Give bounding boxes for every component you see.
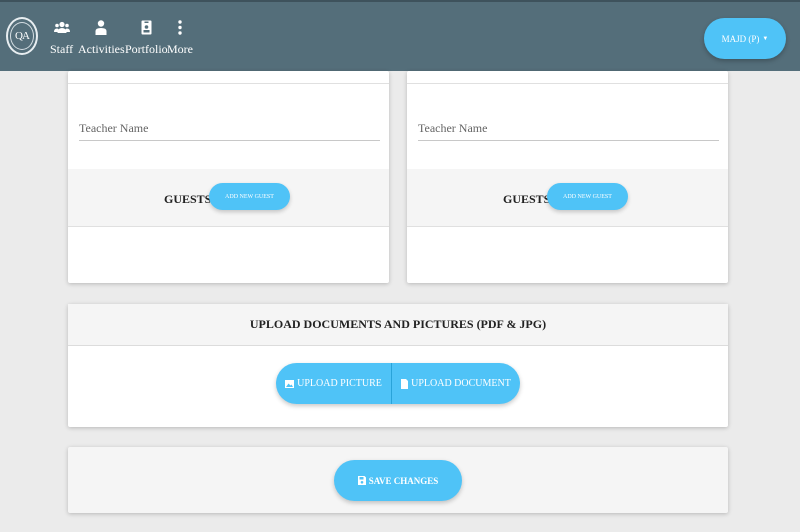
caret-down-icon: ▼ xyxy=(762,35,769,42)
upload-title: UPLOAD DOCUMENTS AND PICTURES (PDF & JPG… xyxy=(68,304,728,346)
guest-card-left: GUESTS ADD NEW GUEST xyxy=(68,71,389,283)
document-icon xyxy=(401,378,409,389)
teacher-name-field xyxy=(79,119,380,141)
save-card: SAVE CHANGES xyxy=(68,447,728,513)
user-name: MAJD (P) xyxy=(721,33,760,44)
person-icon xyxy=(95,18,107,36)
upload-picture-button[interactable]: UPLOAD PICTURE xyxy=(276,363,392,404)
save-icon xyxy=(357,476,366,485)
nav-label-portfolio: Portfolio xyxy=(125,42,168,56)
users-icon xyxy=(53,18,70,36)
teacher-name-input[interactable] xyxy=(79,121,380,136)
save-changes-label: SAVE CHANGES xyxy=(368,475,439,486)
teacher-name-field xyxy=(418,119,719,141)
logo-text: QA xyxy=(10,22,34,50)
user-menu-button[interactable]: MAJD (P) ▼ xyxy=(704,18,786,59)
nav-item-more[interactable]: More xyxy=(167,18,193,57)
upload-card: UPLOAD DOCUMENTS AND PICTURES (PDF & JPG… xyxy=(68,304,728,427)
guests-label: GUESTS xyxy=(164,192,212,206)
logo[interactable]: QA xyxy=(6,17,38,55)
more-vertical-icon xyxy=(178,18,182,36)
nav-label-staff: Staff xyxy=(50,42,74,56)
divider xyxy=(68,83,389,84)
add-new-guest-button[interactable]: ADD NEW GUEST xyxy=(209,183,290,210)
guests-section: GUESTS ADD NEW GUEST xyxy=(407,169,728,227)
add-new-guest-button[interactable]: ADD NEW GUEST xyxy=(547,183,628,210)
upload-document-button[interactable]: UPLOAD DOCUMENT xyxy=(392,363,520,404)
nav-item-portfolio[interactable]: Portfolio xyxy=(125,18,168,57)
badge-icon xyxy=(141,18,152,36)
upload-button-group: UPLOAD PICTURE UPLOAD DOCUMENT xyxy=(276,363,520,404)
nav-item-activities[interactable]: Activities xyxy=(78,18,125,57)
divider xyxy=(407,83,728,84)
guests-label: GUESTS xyxy=(503,192,551,206)
nav-item-staff[interactable]: Staff xyxy=(50,18,73,57)
guest-card-right: GUESTS ADD NEW GUEST xyxy=(407,71,728,283)
top-navbar: QA Staff Activities Portfolio More MAJD … xyxy=(0,0,800,71)
image-icon xyxy=(285,379,295,388)
save-changes-button[interactable]: SAVE CHANGES xyxy=(334,460,462,501)
upload-document-label: UPLOAD DOCUMENT xyxy=(411,378,511,389)
nav-label-activities: Activities xyxy=(78,42,125,56)
guests-section: GUESTS ADD NEW GUEST xyxy=(68,169,389,227)
nav-label-more: More xyxy=(167,42,193,56)
upload-picture-label: UPLOAD PICTURE xyxy=(297,378,382,389)
teacher-name-input[interactable] xyxy=(418,121,719,136)
